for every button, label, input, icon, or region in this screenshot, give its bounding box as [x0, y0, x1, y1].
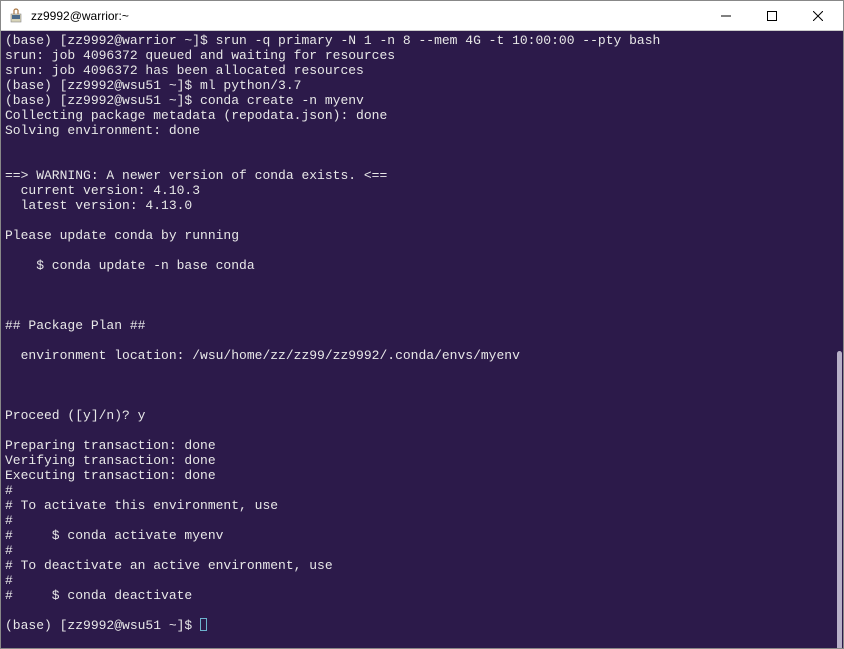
- minimize-button[interactable]: [703, 2, 749, 30]
- window-title: zz9992@warrior:~: [31, 9, 703, 23]
- close-button[interactable]: [795, 2, 841, 30]
- terminal-area: (base) [zz9992@warrior ~]$ srun -q prima…: [1, 31, 843, 648]
- app-icon: [9, 8, 25, 24]
- window-controls: [703, 2, 841, 30]
- maximize-button[interactable]: [749, 2, 795, 30]
- terminal-content[interactable]: (base) [zz9992@warrior ~]$ srun -q prima…: [1, 31, 831, 648]
- scrollbar[interactable]: [831, 31, 843, 648]
- terminal-window: zz9992@warrior:~ (base) [zz9992@warrior …: [0, 0, 844, 649]
- titlebar[interactable]: zz9992@warrior:~: [1, 1, 843, 31]
- scrollbar-thumb[interactable]: [837, 351, 842, 648]
- terminal-cursor: [200, 618, 207, 631]
